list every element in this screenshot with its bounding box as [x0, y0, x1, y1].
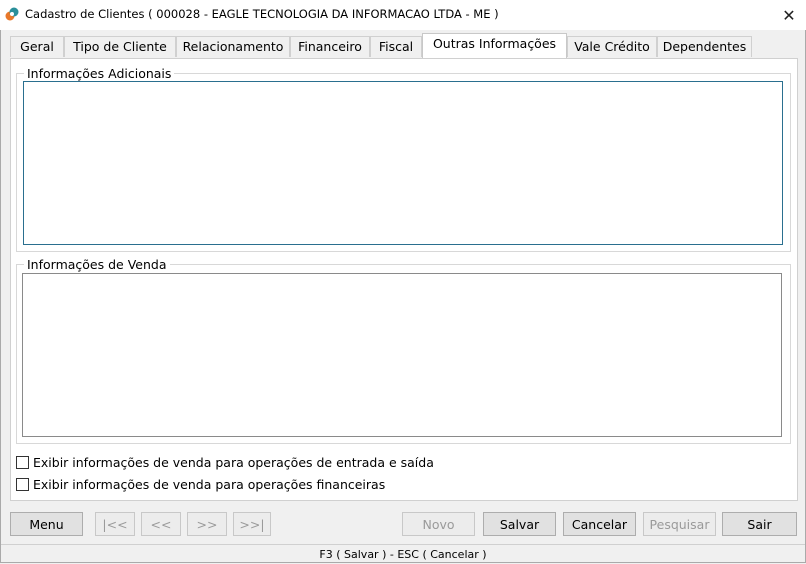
last-record-button[interactable]: >>| [233, 512, 271, 536]
first-record-button[interactable]: |<< [95, 512, 135, 536]
save-button[interactable]: Salvar [483, 512, 556, 536]
checkbox-label: Exibir informações de venda para operaçõ… [33, 476, 386, 492]
tab-dependentes[interactable]: Dependentes [657, 36, 752, 57]
checkbox-entrada-saida[interactable]: Exibir informações de venda para operaçõ… [16, 454, 434, 470]
sales-info-memo[interactable] [22, 273, 782, 437]
additional-info-memo[interactable] [23, 81, 783, 245]
window-title: Cadastro de Clientes ( 000028 - EAGLE TE… [25, 7, 499, 21]
tab-financeiro[interactable]: Financeiro [290, 36, 370, 57]
title-bar: Cadastro de Clientes ( 000028 - EAGLE TE… [0, 0, 806, 30]
search-button[interactable]: Pesquisar [643, 512, 716, 536]
new-button[interactable]: Novo [402, 512, 475, 536]
tab-tipo-de-cliente[interactable]: Tipo de Cliente [64, 36, 176, 57]
sales-info-legend: Informações de Venda [27, 257, 167, 272]
tab-vale-credito[interactable]: Vale Crédito [567, 36, 657, 57]
tab-outras-informacoes[interactable]: Outras Informações [422, 33, 567, 58]
close-icon: ✕ [782, 5, 796, 25]
cancel-button[interactable]: Cancelar [563, 512, 636, 536]
app-icon [5, 7, 19, 21]
tab-relacionamento[interactable]: Relacionamento [176, 36, 290, 57]
close-button[interactable]: ✕ [772, 0, 806, 30]
status-bar: F3 ( Salvar ) - ESC ( Cancelar ) [1, 544, 805, 564]
previous-record-button[interactable]: << [141, 512, 181, 536]
checkbox-box[interactable] [16, 455, 29, 469]
next-record-button[interactable]: >> [187, 512, 227, 536]
menu-button[interactable]: Menu [10, 512, 83, 536]
exit-button[interactable]: Sair [722, 512, 797, 536]
additional-info-legend: Informações Adicionais [27, 66, 172, 81]
checkbox-box[interactable] [16, 477, 29, 491]
tab-fiscal[interactable]: Fiscal [370, 36, 422, 57]
checkbox-label: Exibir informações de venda para operaçõ… [33, 454, 434, 470]
checkbox-financeiras[interactable]: Exibir informações de venda para operaçõ… [16, 476, 385, 492]
tab-geral[interactable]: Geral [10, 36, 64, 57]
